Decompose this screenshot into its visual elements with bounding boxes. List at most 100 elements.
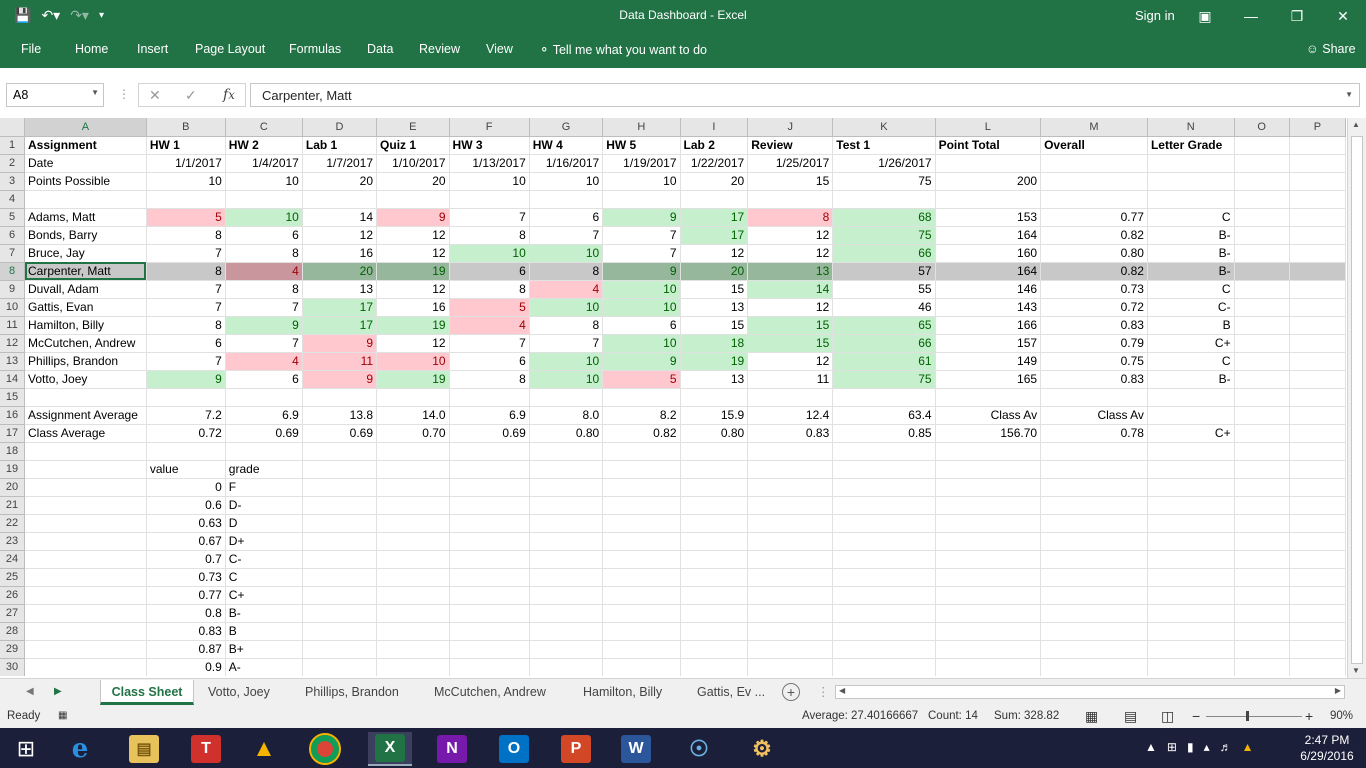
cell-d30[interactable] — [302, 658, 378, 676]
cell-a18[interactable] — [24, 442, 147, 461]
cell-b8[interactable]: 8 — [146, 262, 226, 281]
cell-f7[interactable]: 10 — [449, 244, 530, 263]
cell-a27[interactable] — [24, 604, 147, 623]
cell-j28[interactable] — [747, 622, 834, 641]
cell-o12[interactable] — [1234, 334, 1290, 353]
status-sum[interactable]: Sum: 328.82 — [994, 710, 1059, 722]
cell-g15[interactable] — [529, 388, 604, 407]
cell-g19[interactable] — [529, 460, 604, 479]
row-header[interactable]: 10 — [0, 298, 26, 317]
cell-j14[interactable]: 11 — [747, 370, 834, 389]
cell-o23[interactable] — [1234, 532, 1290, 551]
cell-p12[interactable] — [1289, 334, 1346, 353]
cell-j30[interactable] — [747, 658, 834, 676]
paint-icon[interactable]: ⚙ — [740, 732, 784, 766]
cell-h27[interactable] — [602, 604, 681, 623]
cell-c4[interactable] — [225, 190, 303, 209]
cell-d9[interactable]: 13 — [302, 280, 378, 299]
cell-f3[interactable]: 10 — [449, 172, 530, 191]
cell-b13[interactable]: 7 — [146, 352, 226, 371]
cell-n25[interactable] — [1147, 568, 1235, 587]
cell-p14[interactable] — [1289, 370, 1346, 389]
row-header[interactable]: 7 — [0, 244, 26, 263]
cell-e9[interactable]: 12 — [376, 280, 450, 299]
chrome-icon[interactable] — [303, 732, 347, 766]
cell-d5[interactable]: 14 — [302, 208, 378, 227]
cell-l6[interactable]: 164 — [935, 226, 1042, 245]
cell-g4[interactable] — [529, 190, 604, 209]
column-header-m[interactable]: M — [1040, 118, 1148, 137]
cell-g23[interactable] — [529, 532, 604, 551]
cell-k13[interactable]: 61 — [832, 352, 936, 371]
cell-e23[interactable] — [376, 532, 450, 551]
cell-l1[interactable]: Point Total — [935, 136, 1042, 155]
signal-icon[interactable]: ▴ — [1204, 740, 1210, 754]
insert-function-icon[interactable]: fx — [223, 87, 235, 103]
cell-k28[interactable] — [832, 622, 936, 641]
cell-j19[interactable] — [747, 460, 834, 479]
cell-m26[interactable] — [1040, 586, 1148, 605]
cell-k24[interactable] — [832, 550, 936, 569]
cell-l30[interactable] — [935, 658, 1042, 676]
cell-j13[interactable]: 12 — [747, 352, 834, 371]
cell-n2[interactable] — [1147, 154, 1235, 173]
cell-e18[interactable] — [376, 442, 450, 461]
cell-l16[interactable]: Class Av — [935, 406, 1042, 425]
cell-o3[interactable] — [1234, 172, 1290, 191]
cell-o20[interactable] — [1234, 478, 1290, 497]
cell-p3[interactable] — [1289, 172, 1346, 191]
normal-view-icon[interactable]: ▦ — [1085, 708, 1098, 725]
cell-i29[interactable] — [680, 640, 749, 659]
cell-a30[interactable] — [24, 658, 147, 676]
cell-l18[interactable] — [935, 442, 1042, 461]
cell-c16[interactable]: 6.9 — [225, 406, 303, 425]
cell-b12[interactable]: 6 — [146, 334, 226, 353]
cell-m20[interactable] — [1040, 478, 1148, 497]
cell-h21[interactable] — [602, 496, 681, 515]
cell-i26[interactable] — [680, 586, 749, 605]
cell-o24[interactable] — [1234, 550, 1290, 569]
cell-b6[interactable]: 8 — [146, 226, 226, 245]
remote-app-icon[interactable]: ☉ — [677, 732, 721, 766]
cell-k1[interactable]: Test 1 — [832, 136, 936, 155]
cell-e3[interactable]: 20 — [376, 172, 450, 191]
cell-j9[interactable]: 14 — [747, 280, 834, 299]
cell-k26[interactable] — [832, 586, 936, 605]
cell-k17[interactable]: 0.85 — [832, 424, 936, 443]
cell-b5[interactable]: 5 — [146, 208, 226, 227]
cell-m6[interactable]: 0.82 — [1040, 226, 1148, 245]
internet-explorer-icon[interactable]: e — [58, 732, 102, 766]
column-header-g[interactable]: G — [529, 118, 604, 137]
cell-f16[interactable]: 6.9 — [449, 406, 530, 425]
row-header[interactable]: 28 — [0, 622, 26, 641]
cell-n19[interactable] — [1147, 460, 1235, 479]
cell-p4[interactable] — [1289, 190, 1346, 209]
cell-i22[interactable] — [680, 514, 749, 533]
cell-b22[interactable]: 0.63 — [146, 514, 226, 533]
cell-k15[interactable] — [832, 388, 936, 407]
cell-o29[interactable] — [1234, 640, 1290, 659]
cell-f11[interactable]: 4 — [449, 316, 530, 335]
cell-l8[interactable]: 164 — [935, 262, 1042, 281]
cell-g14[interactable]: 10 — [529, 370, 604, 389]
cell-f6[interactable]: 8 — [449, 226, 530, 245]
cell-d21[interactable] — [302, 496, 378, 515]
page-layout-view-icon[interactable]: ▤ — [1124, 708, 1137, 725]
cell-d11[interactable]: 17 — [302, 316, 378, 335]
cell-f20[interactable] — [449, 478, 530, 497]
cell-k5[interactable]: 68 — [832, 208, 936, 227]
cell-c17[interactable]: 0.69 — [225, 424, 303, 443]
cell-m15[interactable] — [1040, 388, 1148, 407]
column-header-a[interactable]: A — [24, 118, 147, 137]
cell-f9[interactable]: 8 — [449, 280, 530, 299]
cell-k2[interactable]: 1/26/2017 — [832, 154, 936, 173]
cell-m29[interactable] — [1040, 640, 1148, 659]
cell-e11[interactable]: 19 — [376, 316, 450, 335]
cell-p5[interactable] — [1289, 208, 1346, 227]
cell-a3[interactable]: Points Possible — [24, 172, 147, 191]
cell-l2[interactable] — [935, 154, 1042, 173]
cell-l24[interactable] — [935, 550, 1042, 569]
scroll-right-icon[interactable]: ▶ — [1335, 686, 1341, 695]
cell-p24[interactable] — [1289, 550, 1346, 569]
cell-l7[interactable]: 160 — [935, 244, 1042, 263]
